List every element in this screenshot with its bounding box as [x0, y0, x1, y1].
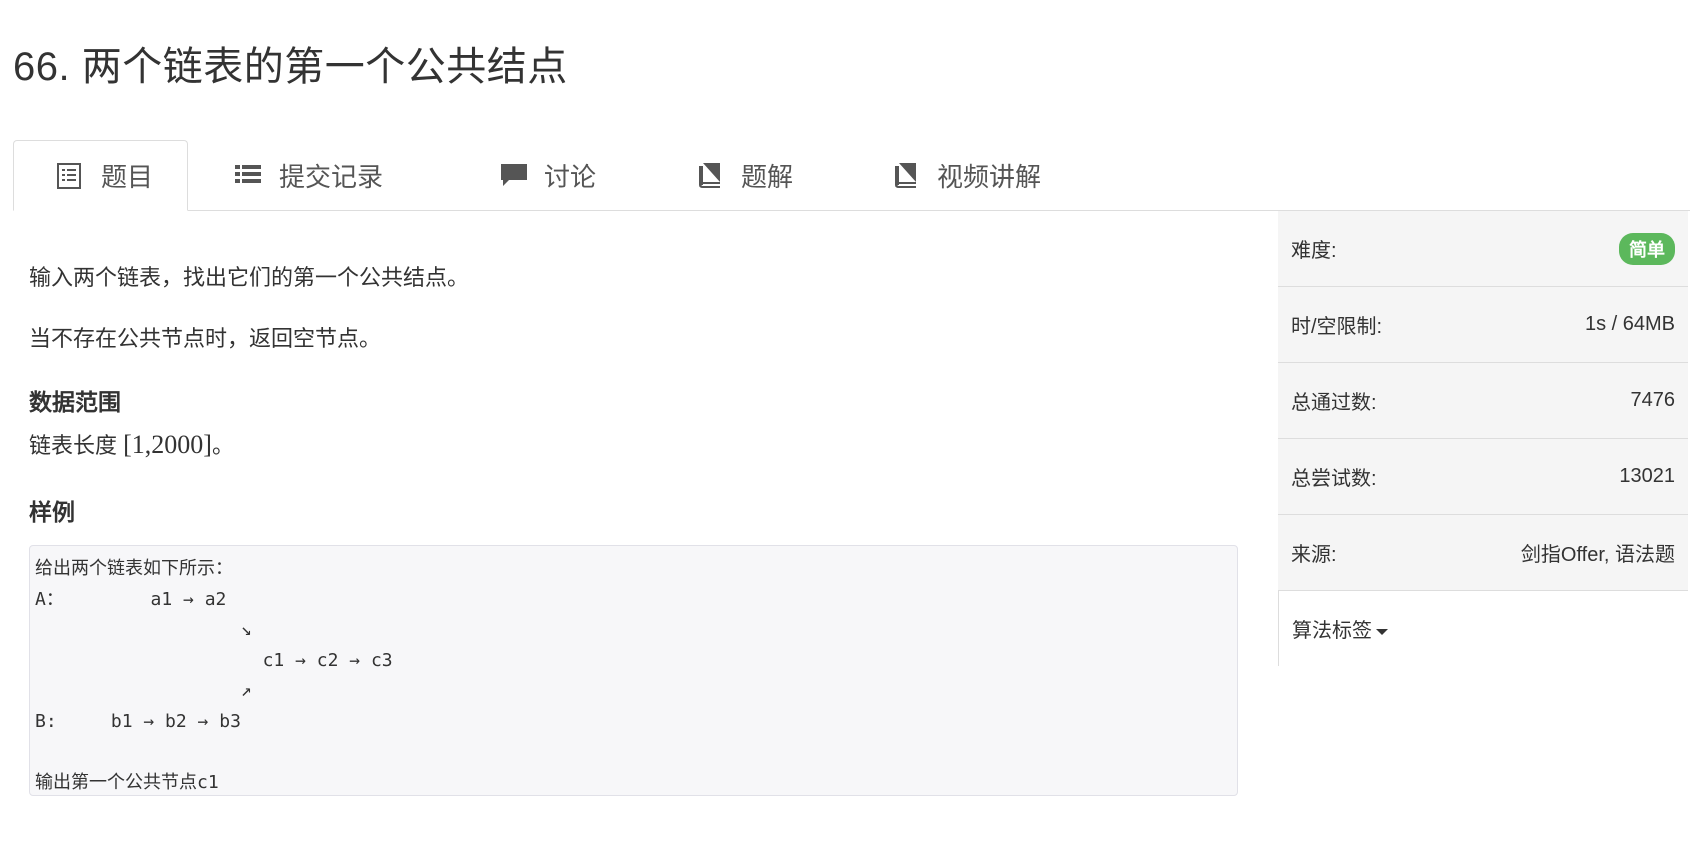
- difficulty-row: 难度: 简单: [1278, 210, 1688, 286]
- sample-text: 给出两个链表如下所示： A： a1 → a2 ↘ c1 → c2 → c3 ↗ …: [35, 558, 393, 793]
- info-label: 难度:: [1291, 240, 1337, 262]
- range-math: [1,2000]: [123, 430, 212, 459]
- tab-problem[interactable]: 题目: [13, 140, 188, 211]
- problem-info-sidebar: 难度: 简单 时/空限制: 1s / 64MB 总通过数: 7476 总尝试数:…: [1278, 210, 1688, 666]
- difficulty-badge: 简单: [1619, 232, 1675, 265]
- source-row: 来源: 剑指Offer, 语法题: [1278, 514, 1688, 590]
- info-value: 13021: [1619, 465, 1675, 487]
- book-icon: [697, 162, 723, 188]
- tab-discussion[interactable]: 讨论: [500, 140, 610, 210]
- description-line: 输入两个链表，找出它们的第一个公共结点。: [29, 265, 470, 290]
- tab-label: 讨论: [544, 161, 597, 192]
- document-icon: [57, 162, 83, 189]
- section-heading: 样例: [29, 499, 75, 525]
- comment-icon: [500, 162, 527, 188]
- info-label: 时/空限制:: [1291, 316, 1383, 338]
- passed-row: 总通过数: 7476: [1278, 362, 1688, 438]
- range-line: 链表长度 [1,2000]。: [29, 428, 234, 460]
- tab-label: 提交记录: [279, 161, 384, 192]
- section-heading: 数据范围: [29, 389, 121, 415]
- tab-label: 视频讲解: [937, 161, 1042, 192]
- tags-label: 算法标签: [1292, 620, 1372, 642]
- info-label: 总通过数:: [1291, 392, 1377, 414]
- info-value: 剑指Offer, 语法题: [1520, 544, 1675, 566]
- info-value: 7476: [1630, 389, 1676, 411]
- book-icon: [893, 162, 919, 188]
- tags-dropdown[interactable]: 算法标签: [1292, 614, 1388, 643]
- caret-down-icon: [1376, 628, 1388, 635]
- tab-solutions[interactable]: 题解: [697, 140, 807, 210]
- description-line: 当不存在公共节点时，返回空节点。: [29, 326, 382, 351]
- tags-row[interactable]: 算法标签: [1278, 590, 1688, 666]
- tab-label: 题目: [101, 162, 154, 192]
- page-title: 66. 两个链表的第一个公共结点: [13, 45, 568, 89]
- tab-video[interactable]: 视频讲解: [893, 140, 1063, 210]
- range-prefix: 链表长度: [29, 433, 124, 458]
- range-suffix: 。: [211, 433, 234, 458]
- info-label: 总尝试数:: [1291, 468, 1377, 490]
- tab-submissions[interactable]: 提交记录: [235, 140, 405, 210]
- sample-code-block: 给出两个链表如下所示： A： a1 → a2 ↘ c1 → c2 → c3 ↗ …: [29, 545, 1238, 796]
- info-label: 来源:: [1291, 544, 1337, 566]
- attempts-row: 总尝试数: 13021: [1278, 438, 1688, 514]
- info-value: 1s / 64MB: [1584, 313, 1675, 335]
- tab-bar: 题目 提交记录 讨论 题解 视频讲解: [13, 140, 1690, 211]
- limit-row: 时/空限制: 1s / 64MB: [1278, 286, 1688, 362]
- list-icon: [235, 162, 261, 188]
- tab-label: 题解: [741, 161, 794, 192]
